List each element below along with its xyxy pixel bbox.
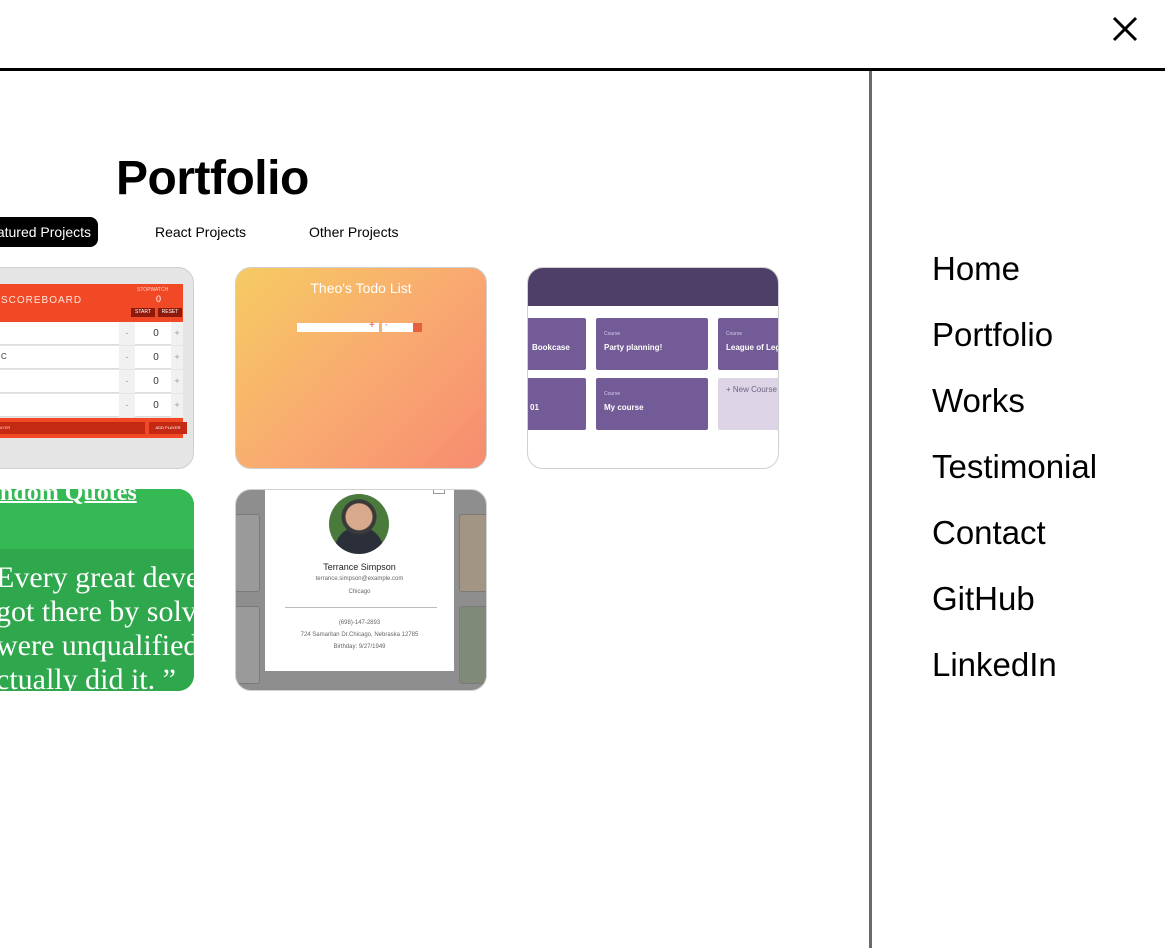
nav-item-contact[interactable]: Contact	[932, 514, 1046, 552]
stopwatch-time: 0	[156, 294, 162, 304]
course-label: Course	[726, 331, 743, 337]
player-score: 0	[153, 376, 159, 387]
project-card-random-quotes[interactable]: ndom Quotes Every great deve got there b…	[0, 489, 194, 691]
minus-button: -	[119, 394, 135, 417]
course-name: My course	[604, 403, 644, 412]
reset-button: RESET	[158, 308, 182, 317]
player-row: C - 0 +	[0, 346, 183, 369]
plus-icon: +	[369, 320, 375, 331]
contact-name: Terrance Simpson	[323, 562, 396, 572]
quote-line: Every great deve	[0, 561, 194, 594]
nav-item-portfolio[interactable]: Portfolio	[932, 316, 1053, 354]
add-player-form: E PLAYER ADD PLAYER	[0, 418, 187, 438]
start-button: START	[131, 308, 155, 317]
project-card-todo-list[interactable]: Theo's Todo List + -	[235, 267, 487, 469]
todo-select-value: -	[385, 320, 388, 329]
course-tile: Bookcase	[528, 318, 586, 370]
course-tile: 01	[528, 378, 586, 430]
scoreboard-header: SCOREBOARD STOPWATCH 0 START RESET	[0, 284, 183, 322]
quote-line: ctually did it. ”	[0, 663, 176, 691]
courses-header	[528, 268, 778, 306]
divider	[285, 607, 437, 608]
course-name: Party planning!	[604, 343, 663, 352]
minus-button: -	[119, 346, 135, 369]
nav-item-works[interactable]: Works	[932, 382, 1025, 420]
close-icon	[433, 490, 445, 494]
player-name: C	[1, 352, 7, 361]
contact-address: 724 Samaritan Dr.Chicago, Nebraska 12785	[300, 632, 419, 638]
tab-featured-projects[interactable]: Featured Projects	[0, 217, 98, 247]
close-menu-button[interactable]	[1106, 12, 1142, 48]
avatar	[329, 494, 389, 554]
add-player-button: ADD PLAYER	[149, 422, 187, 434]
background-card	[236, 514, 260, 592]
tab-react-projects[interactable]: React Projects	[155, 217, 246, 247]
todo-title: Theo's Todo List	[310, 280, 412, 296]
course-tile: Course League of Lege	[718, 318, 779, 370]
background-card	[459, 514, 486, 592]
course-tile: Course My course	[596, 378, 708, 430]
quote-line: were unqualified	[0, 629, 194, 662]
background-card	[459, 606, 486, 684]
course-name: 01	[530, 403, 539, 412]
contact-modal: Terrance Simpson terrance.simpson@exampl…	[265, 490, 454, 671]
chevron-down-icon	[413, 323, 422, 332]
player-row: - 0 +	[0, 370, 183, 393]
quotes-heading: ndom Quotes	[0, 489, 137, 506]
contact-birthday: Birthday: 9/27/1949	[333, 644, 386, 650]
contact-city: Chicago	[348, 589, 371, 595]
player-score: 0	[153, 352, 159, 363]
minus-button: -	[119, 370, 135, 393]
new-course-label: + New Course	[726, 385, 777, 394]
plus-button: +	[171, 322, 183, 345]
player-score: 0	[153, 400, 159, 411]
course-label: Course	[604, 391, 621, 397]
project-card-employee-directory[interactable]: Terrance Simpson terrance.simpson@exampl…	[235, 489, 487, 691]
course-tile: Course Party planning!	[596, 318, 708, 370]
top-bar	[0, 0, 1165, 71]
nav-item-home[interactable]: Home	[932, 250, 1020, 288]
stopwatch-label: STOPWATCH	[137, 287, 169, 293]
plus-button: +	[171, 346, 183, 369]
nav-item-linkedin[interactable]: LinkedIn	[932, 646, 1057, 684]
course-label: Course	[604, 331, 621, 337]
course-name: League of Lege	[726, 343, 779, 352]
background-card	[236, 606, 260, 684]
contact-phone: (698)-147-2893	[338, 620, 381, 626]
course-name: Bookcase	[532, 343, 570, 352]
scoreboard-title: SCOREBOARD	[1, 295, 83, 306]
nav-item-github[interactable]: GitHub	[932, 580, 1035, 618]
minus-button: -	[119, 322, 135, 345]
player-row: - 0 +	[0, 394, 183, 417]
player-row: - 0 +	[0, 322, 183, 345]
todo-input	[297, 323, 379, 332]
new-course-tile: + New Course	[718, 378, 778, 430]
project-card-courses[interactable]: Bookcase Course Party planning! Course L…	[527, 267, 779, 469]
tab-other-projects[interactable]: Other Projects	[309, 217, 398, 247]
player-name-input: E PLAYER	[0, 422, 145, 434]
page-title: Portfolio	[116, 152, 309, 205]
panel-divider	[869, 71, 872, 948]
plus-button: +	[171, 394, 183, 417]
portfolio-section: Portfolio Featured Projects React Projec…	[0, 71, 869, 948]
quote-line: got there by solv	[0, 595, 194, 628]
close-icon	[1112, 16, 1138, 42]
project-card-scoreboard[interactable]: SCOREBOARD STOPWATCH 0 START RESET - 0 +…	[0, 267, 194, 469]
plus-button: +	[171, 370, 183, 393]
player-score: 0	[153, 328, 159, 339]
nav-item-testimonial[interactable]: Testimonial	[932, 448, 1097, 486]
contact-email: terrance.simpson@example.com	[315, 576, 404, 582]
